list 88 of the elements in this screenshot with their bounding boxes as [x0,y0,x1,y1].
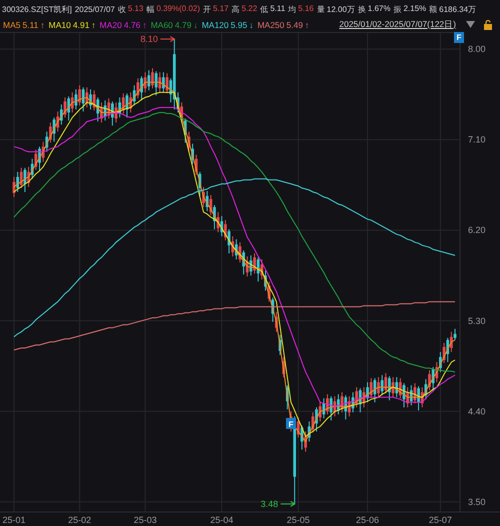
candlestick [126,92,128,118]
field-value: 2.15% [403,4,426,15]
quote-date: 2025/07/07 [74,5,115,14]
indicator-value: 4.91 [72,20,90,30]
dropdown-triangle-icon[interactable] [466,21,475,28]
field-label: 振 [393,4,402,15]
field-label: 额 [429,4,438,15]
indicator-label: MA10 [48,20,71,30]
indicator-value: 5.49 [286,20,303,30]
leader-arrow [160,36,176,42]
field-value: 5.17 [213,4,229,15]
field-label: 收 [118,4,126,15]
candlestick [380,374,384,396]
candlestick [162,72,165,93]
x-axis-label: 25-07 [428,515,452,525]
candlestick [154,70,158,96]
field-value: 1.67% [368,4,390,15]
indicator-label: MA20 [100,20,122,30]
y-axis-label: 3.50 [468,496,486,507]
candlestick [64,96,66,118]
candlestick [74,88,78,110]
price-annotation: 3.48 [260,498,278,509]
field-label: 均 [288,4,296,15]
field-value: 5.16 [298,4,314,15]
field-label: 高 [232,4,240,15]
candlestick [454,328,456,340]
candlestick [402,382,406,408]
candlestick [330,396,332,421]
field-value: 5.22 [242,4,258,15]
trend-arrow: ↓ [249,20,254,30]
indicator-label: MA250 [257,20,284,30]
field-label: 幅 [146,4,154,15]
candlestick [392,376,394,398]
indicator-label: MA120 [202,20,229,30]
y-axis-label: 5.30 [468,316,486,326]
indicator-value: 4.79 [174,20,192,30]
candlestick [318,400,322,422]
x-axis-label: 25-01 [2,515,26,525]
field-label: 量 [316,4,325,15]
candlestick [147,70,150,91]
lock-icon[interactable] [483,20,493,30]
x-axis-label: 25-04 [210,515,234,525]
date-range-link[interactable]: 2025/01/02-2025/07/07(122日) [339,18,456,30]
field-value: 6186.34万 [439,4,476,15]
flag-marker[interactable]: F [286,418,296,429]
candlestick [166,72,168,94]
candlestick [24,167,26,192]
price-annotation: 8.10 [140,34,158,44]
candlestick [78,84,82,106]
stock-symbol: 300326.SZ[ST凯利] [2,4,72,15]
candlestick [450,331,453,352]
trend-arrow: ↑ [142,20,147,30]
leader-arrow [280,500,296,507]
indicator-value: 5.95 [230,20,248,30]
x-axis-label: 25-05 [286,515,310,525]
field-label: 开 [203,4,212,15]
candlestick [34,149,38,170]
y-axis-label: 8.00 [468,44,486,54]
field-value: 12.00万 [326,4,355,15]
field-label: 换 [358,4,366,15]
field-value: 5.11 [270,4,286,15]
x-axis-label: 25-02 [68,515,92,525]
flag-marker[interactable]: F [454,32,464,43]
x-axis-label: 25-03 [134,515,157,525]
candlestick [16,171,20,192]
candlestick [428,370,431,391]
candlestick [388,376,391,401]
field-label: 低 [260,4,268,15]
indicator-label: MA5 [3,20,20,30]
trend-arrow: ↑ [304,20,310,30]
indicator-label: MA60 [150,20,173,30]
trend-arrow: ↑ [91,20,96,30]
candlestick [136,78,140,99]
field-value: 5.13 [128,4,144,15]
indicator-value: 4.76 [124,20,140,30]
y-axis-label: 4.40 [468,406,486,416]
field-value: 0.39%(0.02) [156,4,200,15]
candlestick [228,228,230,254]
candlestick [377,376,380,398]
trend-arrow: ↑ [40,20,45,30]
trend-arrow: ↓ [193,20,198,30]
candlestick [114,102,118,124]
candlestick [151,68,154,89]
y-axis-label: 6.20 [468,225,486,236]
indicator-value: 5.11 [22,20,38,30]
x-axis-label: 25-06 [356,515,380,525]
candlestick [60,104,63,126]
y-axis-label: 7.10 [468,134,486,145]
